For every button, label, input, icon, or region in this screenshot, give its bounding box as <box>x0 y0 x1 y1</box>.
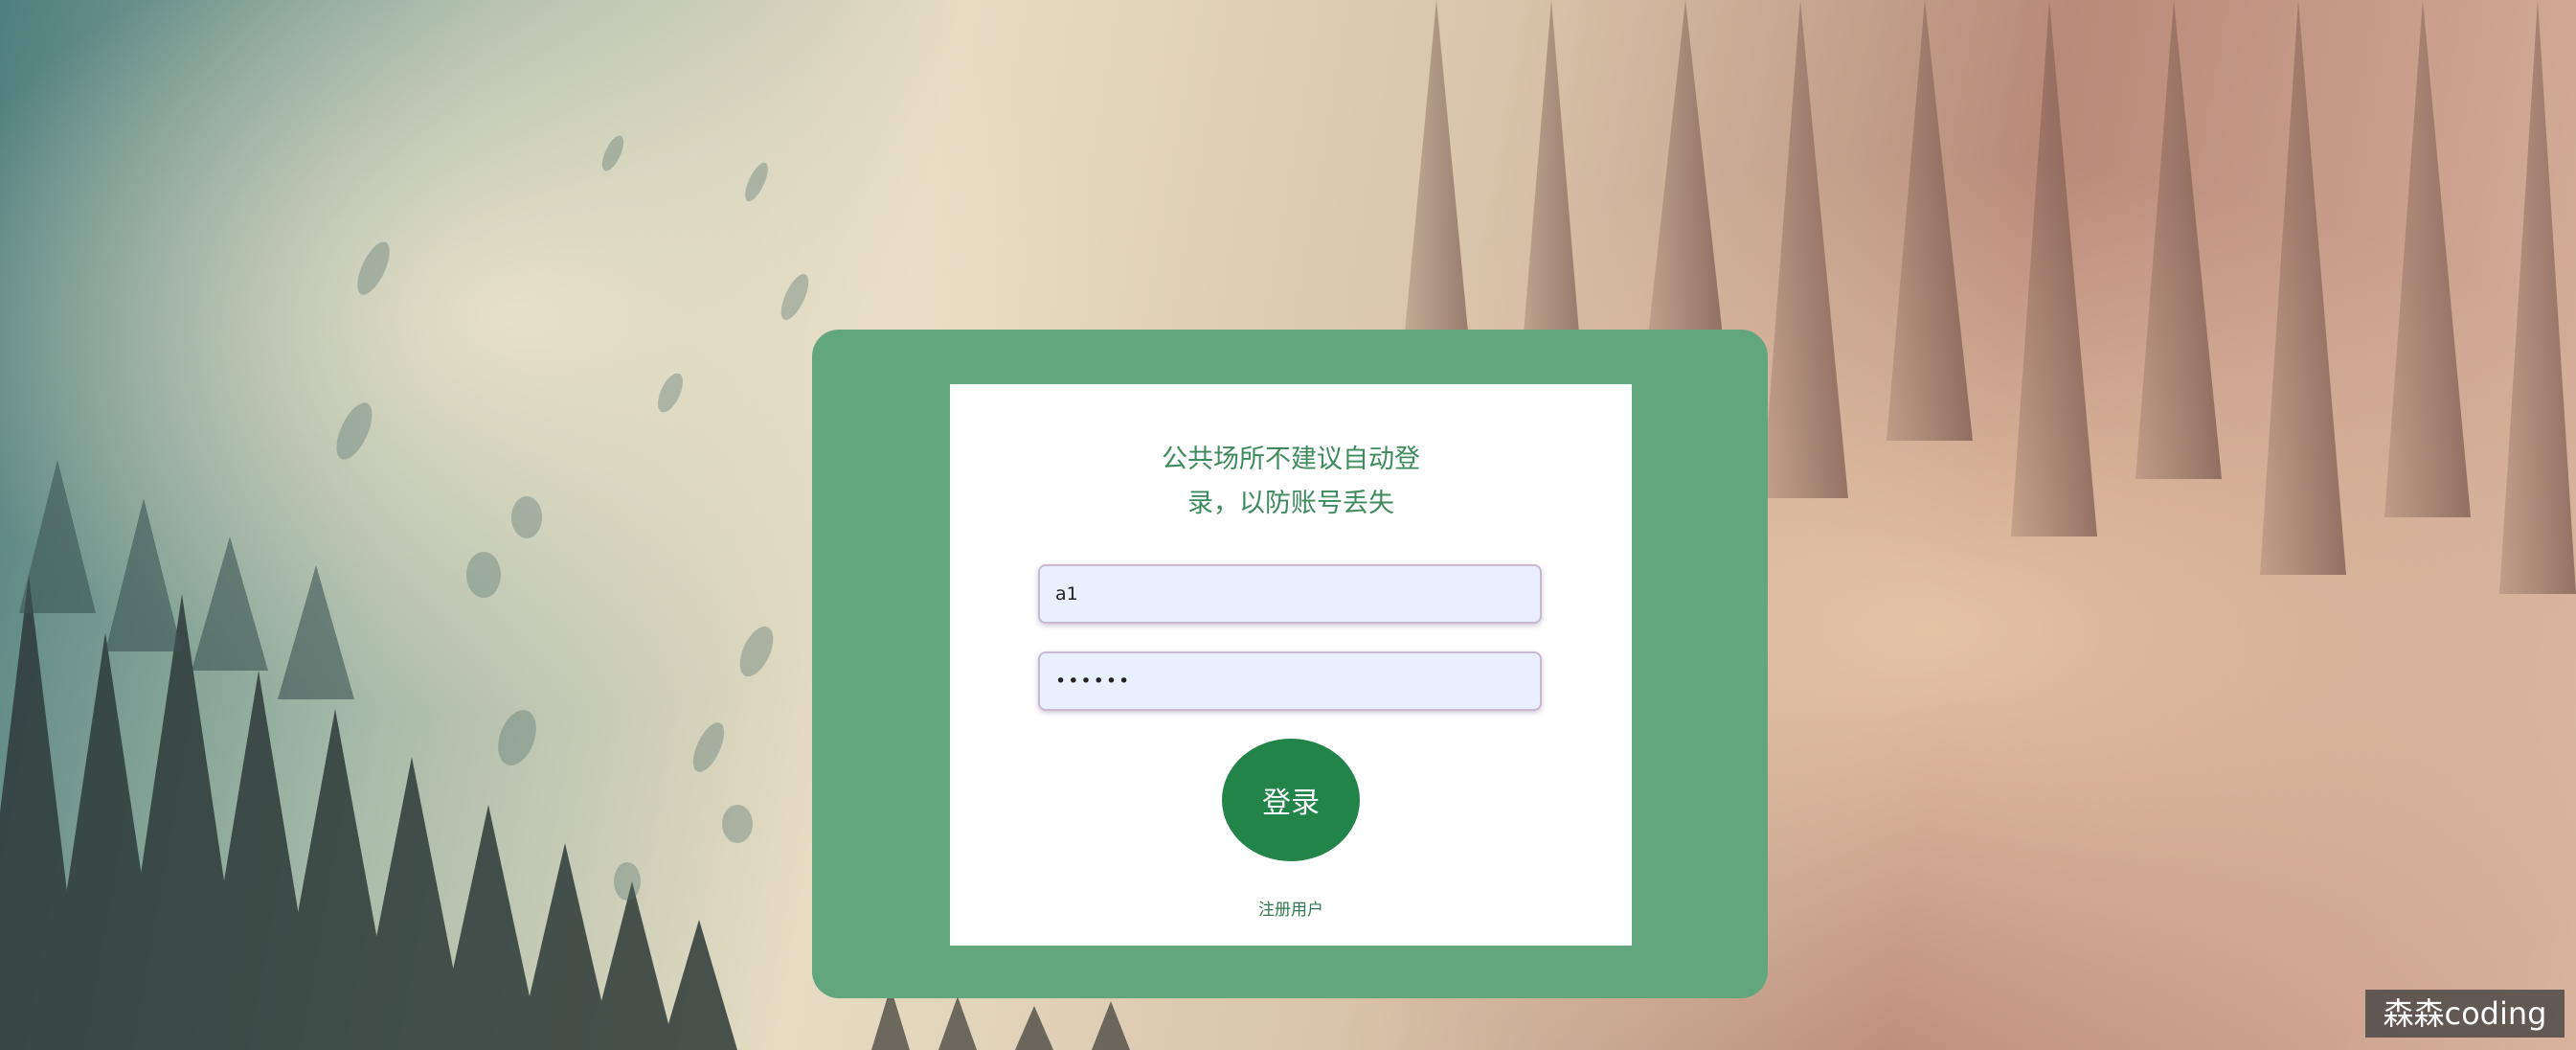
auto-login-notice: 公共场所不建议自动登 录，以防账号丢失 <box>950 438 1632 526</box>
watermark-label: 森森coding <box>2365 990 2565 1038</box>
username-input[interactable] <box>1038 564 1542 624</box>
register-user-link[interactable]: 注册用户 <box>950 896 1632 920</box>
notice-line-1: 公共场所不建议自动登 <box>1162 445 1420 474</box>
login-button[interactable]: 登录 <box>1222 739 1360 861</box>
password-input[interactable] <box>1038 651 1542 711</box>
login-form-panel: 公共场所不建议自动登 录，以防账号丢失 登录 注册用户 <box>950 384 1632 946</box>
login-card-frame: 公共场所不建议自动登 录，以防账号丢失 登录 注册用户 <box>812 330 1768 998</box>
notice-line-2: 录，以防账号丢失 <box>1187 489 1394 518</box>
login-page: 公共场所不建议自动登 录，以防账号丢失 登录 注册用户 森森coding <box>0 0 2576 1050</box>
